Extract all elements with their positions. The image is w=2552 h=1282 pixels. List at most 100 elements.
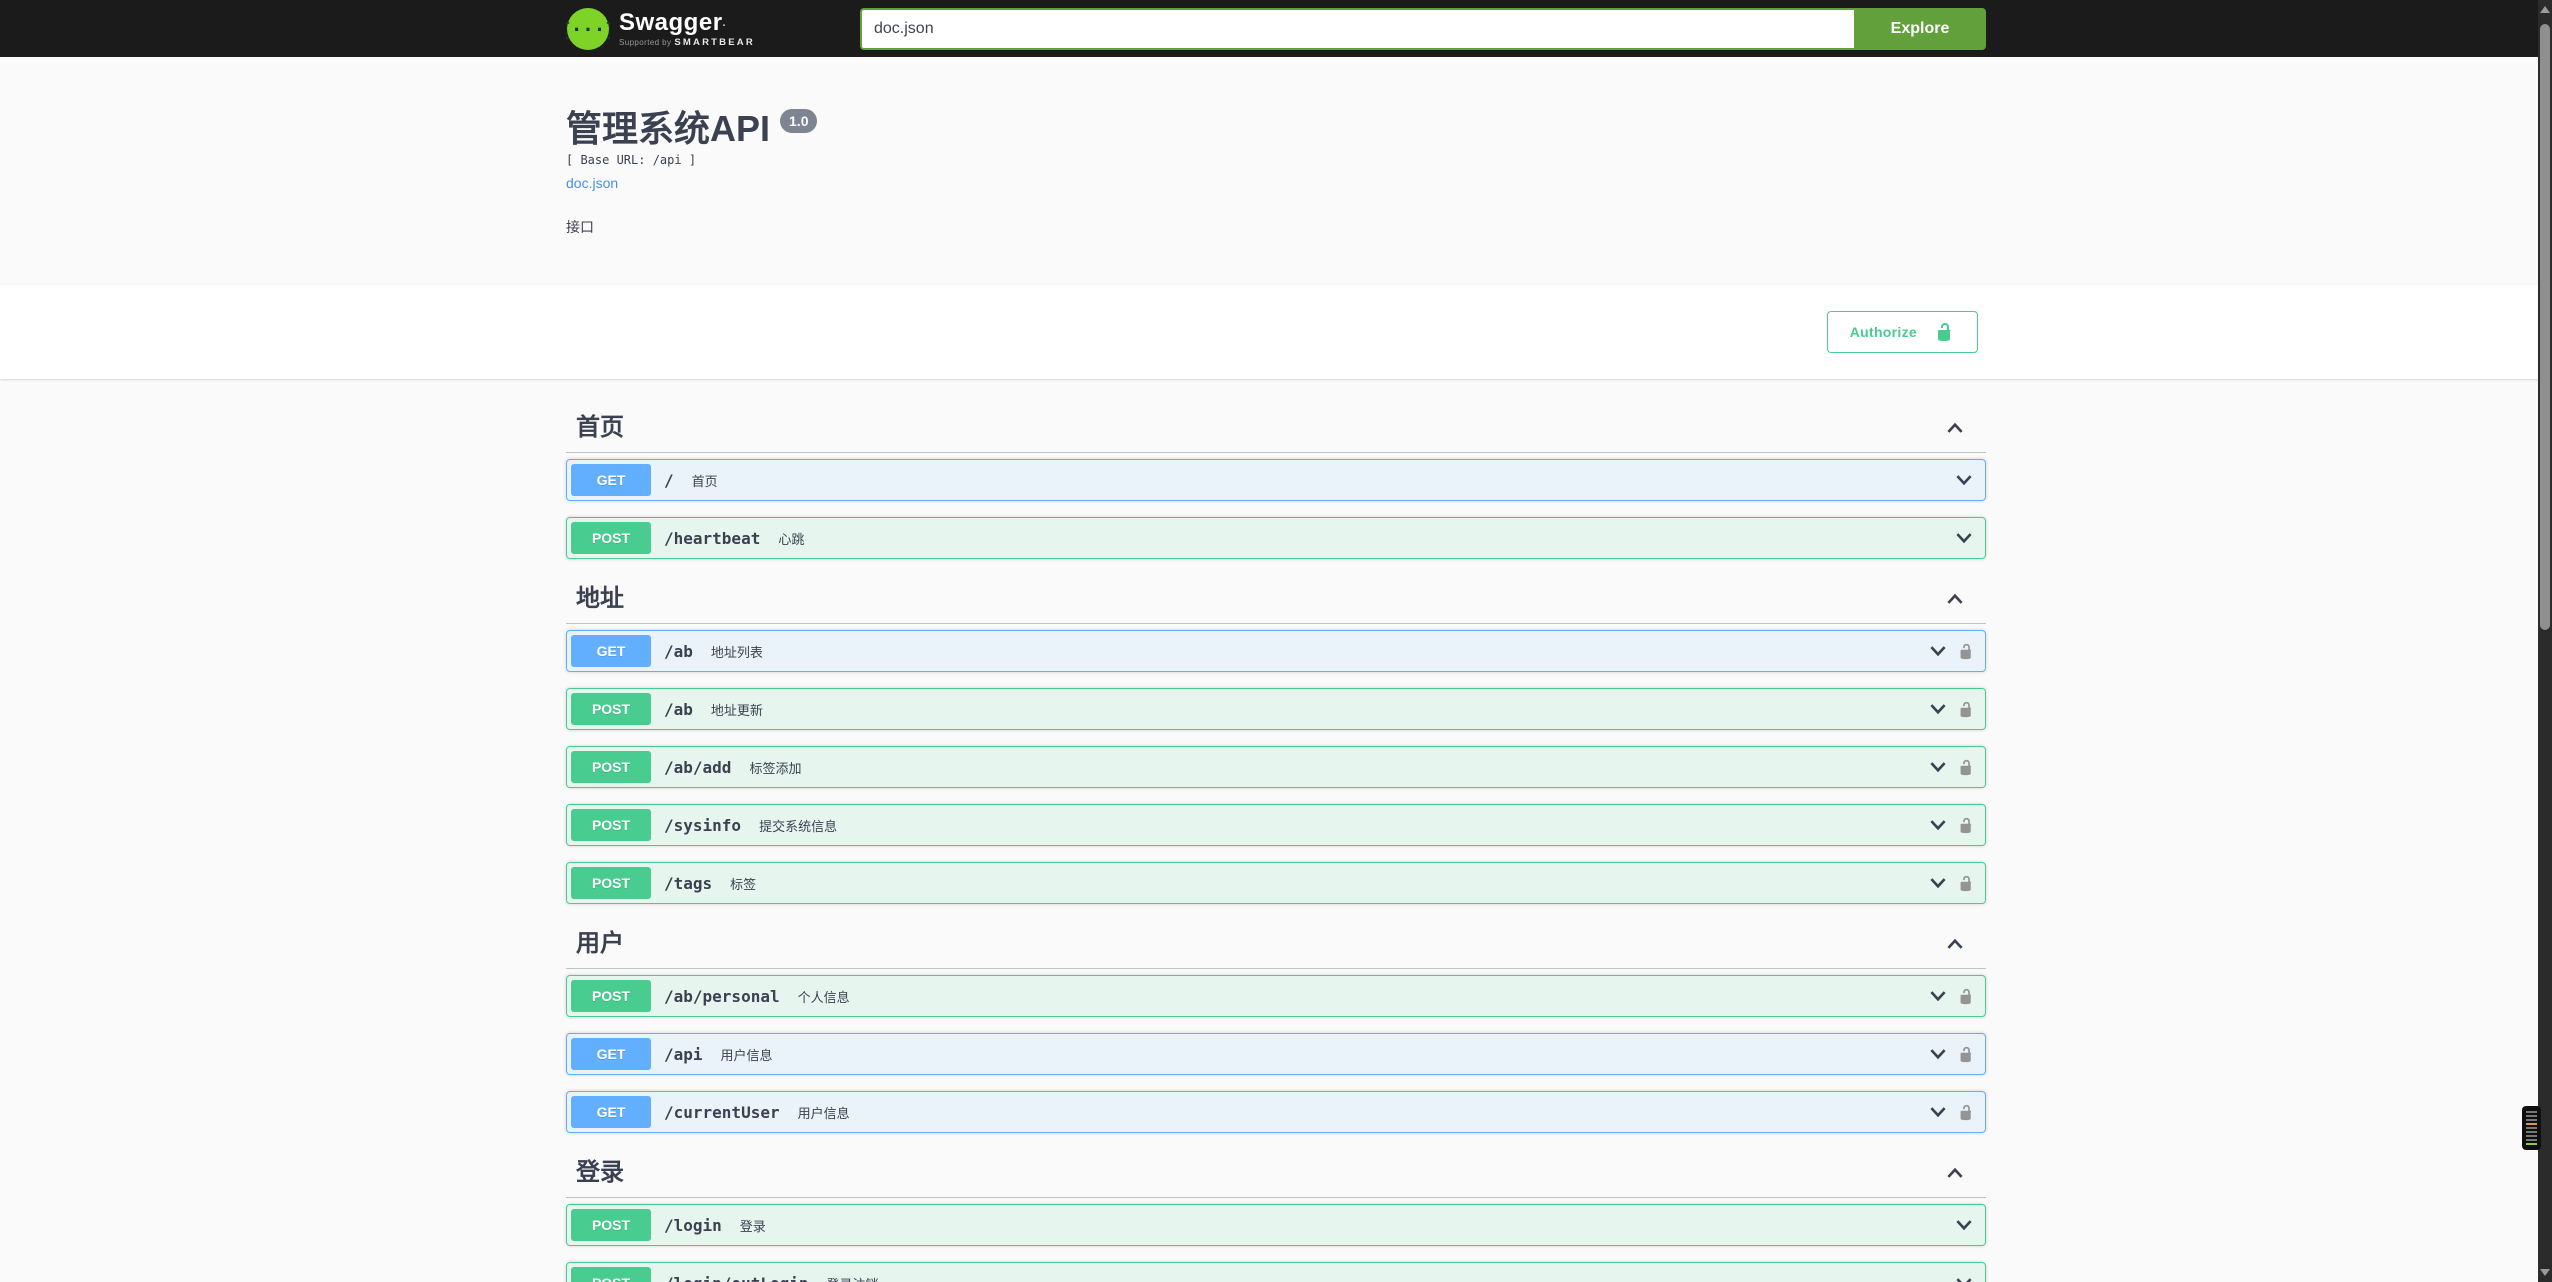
op-controls	[1953, 469, 1975, 491]
expand-chevron-icon	[1930, 820, 1946, 831]
expand-operation-button[interactable]	[1953, 1214, 1975, 1236]
expand-operation-button[interactable]	[1927, 640, 1949, 662]
method-badge: POST	[571, 751, 651, 783]
spec-url-input[interactable]	[860, 7, 1854, 50]
auth-lock-icon	[1960, 988, 1972, 1004]
expand-operation-button[interactable]	[1927, 872, 1949, 894]
operation-row[interactable]: POST/sysinfo 提交系统信息	[566, 804, 1986, 846]
operation-row[interactable]: GET / 首页	[566, 459, 1986, 501]
expand-operation-button[interactable]	[1953, 1272, 1975, 1282]
operation-summary: 用户信息	[797, 1105, 850, 1121]
section-title: 首页	[576, 414, 624, 441]
swagger-logo[interactable]: {···} Swagger. Supported bySMARTBEAR	[566, 7, 755, 51]
authorization-button[interactable]	[1958, 988, 1975, 1005]
method-badge: POST	[571, 867, 651, 899]
operation-row[interactable]: POST/ab/personal 个人信息	[566, 975, 1986, 1017]
method-badge: POST	[571, 980, 651, 1012]
method-badge: POST	[571, 809, 651, 841]
op-list: POST/login 登录 POST/login/outLogin 登录注销	[566, 1204, 1986, 1282]
operation-path: /ab	[664, 699, 693, 719]
collapse-chevron-icon	[1947, 938, 1963, 949]
expand-operation-button[interactable]	[1927, 1101, 1949, 1123]
minimap-line	[2526, 1111, 2537, 1113]
authorization-button[interactable]	[1958, 1046, 1975, 1063]
collapse-chevron-icon	[1947, 1167, 1963, 1178]
operation-row[interactable]: POST/ab 地址更新	[566, 688, 1986, 730]
brand-text: Swagger.	[619, 8, 727, 36]
operation-path: /currentUser	[664, 1102, 780, 1122]
authorization-button[interactable]	[1958, 701, 1975, 718]
operation-path: /tags	[664, 873, 713, 893]
operations-list: 首页 GET / 首页 POST/heartbeat 心跳地址 GET/ab 地址列表 POST…	[566, 404, 1986, 1282]
explore-button[interactable]: Explore	[1854, 7, 1986, 50]
operation-path: /	[664, 470, 674, 490]
method-badge: GET	[571, 635, 651, 667]
minimap-line	[2526, 1123, 2537, 1125]
version-badge: 1.0	[780, 109, 818, 133]
section-header-首页[interactable]: 首页	[566, 404, 1986, 453]
op-controls	[1927, 872, 1975, 894]
operation-row[interactable]: POST/tags 标签	[566, 862, 1986, 904]
info-section: 管理系统API 1.0 [ Base URL: /api ] doc.json …	[0, 57, 2552, 285]
minimap-widget	[2522, 1106, 2541, 1150]
section-header-登录[interactable]: 登录	[566, 1149, 1986, 1198]
minimap-line	[2526, 1127, 2537, 1129]
op-controls	[1953, 527, 1975, 549]
scroll-down-arrow[interactable]	[2540, 1269, 2550, 1276]
operation-row[interactable]: GET/api 用户信息	[566, 1033, 1986, 1075]
operation-row[interactable]: POST/login/outLogin 登录注销	[566, 1262, 1986, 1282]
auth-lock-icon	[1960, 817, 1972, 833]
op-controls	[1927, 640, 1975, 662]
operation-row[interactable]: GET/ab 地址列表	[566, 630, 1986, 672]
op-controls	[1927, 814, 1975, 836]
authorization-button[interactable]	[1958, 643, 1975, 660]
operation-path: /heartbeat	[664, 528, 761, 548]
authorize-button[interactable]: Authorize	[1826, 311, 1978, 353]
section-header-用户[interactable]: 用户	[566, 920, 1986, 969]
authorization-button[interactable]	[1958, 817, 1975, 834]
expand-operation-button[interactable]	[1927, 985, 1949, 1007]
authorization-button[interactable]	[1958, 759, 1975, 776]
topbar: {···} Swagger. Supported bySMARTBEAR Exp…	[0, 0, 2552, 57]
scrollbar[interactable]	[2538, 0, 2552, 1282]
collapse-chevron-icon	[1947, 593, 1963, 604]
op-controls	[1927, 756, 1975, 778]
authorization-button[interactable]	[1958, 875, 1975, 892]
operation-summary: 标签	[730, 876, 757, 892]
operation-row[interactable]: POST/heartbeat 心跳	[566, 517, 1986, 559]
expand-chevron-icon	[1956, 1278, 1972, 1282]
auth-lock-icon	[1960, 643, 1972, 659]
expand-operation-button[interactable]	[1953, 527, 1975, 549]
expand-chevron-icon	[1956, 1220, 1972, 1231]
method-badge: GET	[571, 1038, 651, 1070]
operation-summary: 用户信息	[720, 1047, 773, 1063]
operation-summary: 登录	[739, 1218, 766, 1234]
expand-chevron-icon	[1930, 1049, 1946, 1060]
op-controls	[1927, 1101, 1975, 1123]
authorization-button[interactable]	[1958, 1104, 1975, 1121]
operation-row[interactable]: POST/login 登录	[566, 1204, 1986, 1246]
expand-operation-button[interactable]	[1927, 698, 1949, 720]
spec-link[interactable]: doc.json	[566, 175, 618, 191]
scroll-up-arrow[interactable]	[2540, 6, 2550, 13]
auth-lock-icon	[1960, 759, 1972, 775]
minimap-line	[2526, 1135, 2537, 1137]
swagger-logo-icon: {···}	[566, 7, 610, 50]
minimap-line	[2526, 1139, 2537, 1141]
opblock-tag-section: 首页 GET / 首页 POST/heartbeat 心跳	[566, 404, 1986, 559]
operation-row[interactable]: POST/ab/add 标签添加	[566, 746, 1986, 788]
expand-operation-button[interactable]	[1953, 469, 1975, 491]
op-controls	[1927, 1043, 1975, 1065]
operation-row[interactable]: GET/currentUser 用户信息	[566, 1091, 1986, 1133]
scrollbar-thumb[interactable]	[2540, 24, 2550, 630]
expand-operation-button[interactable]	[1927, 1043, 1949, 1065]
method-badge: POST	[571, 522, 651, 554]
method-badge: POST	[571, 1209, 651, 1241]
operation-path: /login	[664, 1215, 722, 1235]
expand-operation-button[interactable]	[1927, 814, 1949, 836]
spec-url-form: Explore	[860, 7, 1986, 50]
section-header-地址[interactable]: 地址	[566, 575, 1986, 624]
op-controls	[1953, 1214, 1975, 1236]
unlock-icon	[1938, 323, 1951, 341]
expand-operation-button[interactable]	[1927, 756, 1949, 778]
